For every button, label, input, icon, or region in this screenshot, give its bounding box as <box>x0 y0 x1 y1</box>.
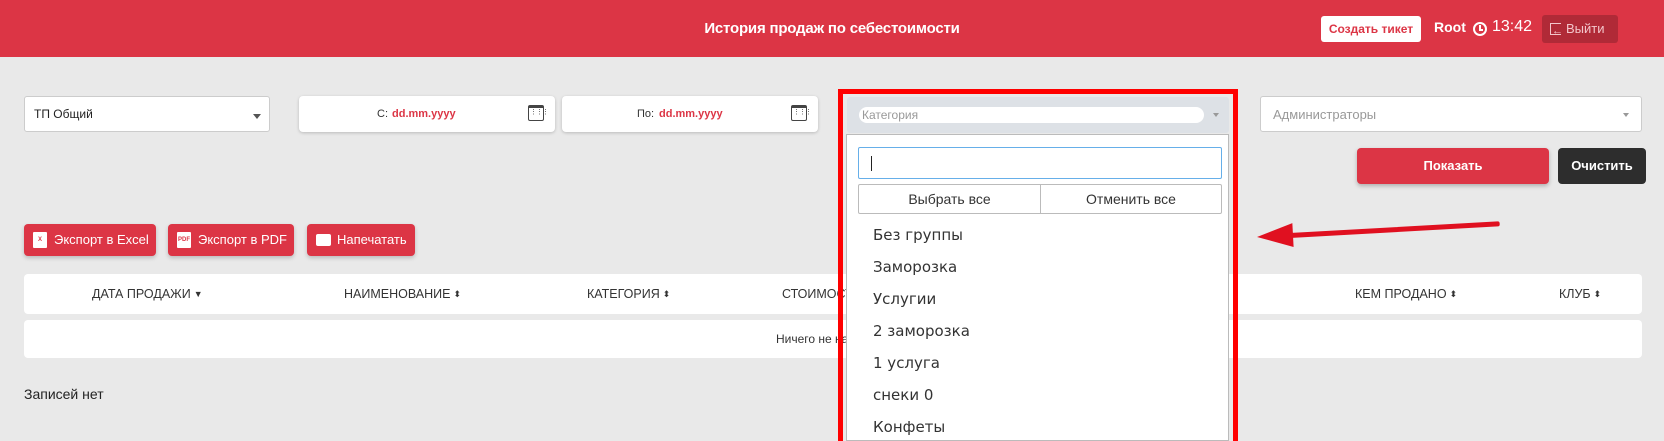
logout-icon <box>1550 17 1563 45</box>
club-select-value: ТП Общий <box>34 107 93 121</box>
table-header: ДАТА ПРОДАЖИ ▼ НАИМЕНОВАНИЕ ⬍ КАТЕГОРИЯ ⬍ С… <box>24 274 1642 314</box>
date-from-field[interactable]: С: dd.mm.yyyy <box>299 96 555 132</box>
logout-button[interactable]: Выйти <box>1542 15 1618 45</box>
date-to-label: По: <box>637 108 655 120</box>
column-header-sale-date[interactable]: ДАТА ПРОДАЖИ ▼ <box>92 287 203 301</box>
create-ticket-button[interactable]: Создать тикет <box>1321 16 1421 42</box>
date-from-label: С: <box>377 108 388 120</box>
column-header-club[interactable]: КЛУБ ⬍ <box>1559 287 1601 301</box>
column-header-sold-by[interactable]: КЕМ ПРОДАНО ⬍ <box>1355 287 1457 301</box>
date-to-field[interactable]: По: dd.mm.yyyy <box>562 96 818 132</box>
chevron-down-icon <box>253 114 261 119</box>
sort-icon: ⬍ <box>1449 289 1458 299</box>
clear-button[interactable]: Очистить <box>1558 148 1646 184</box>
sort-icon: ⬍ <box>453 289 462 299</box>
administrators-select[interactable]: Администраторы <box>1260 96 1642 132</box>
show-button[interactable]: Показать <box>1357 148 1549 184</box>
column-header-category[interactable]: КАТЕГОРИЯ ⬍ <box>587 287 670 301</box>
date-to-value: dd.mm.yyyy <box>659 108 723 120</box>
calendar-icon[interactable] <box>528 105 548 121</box>
print-label: Напечатать <box>337 232 407 247</box>
table-body: Ничего не найдено <box>24 320 1642 358</box>
export-pdf-button[interactable]: PDF Экспорт в PDF <box>168 224 294 256</box>
export-pdf-label: Экспорт в PDF <box>198 232 287 247</box>
logout-label: Выйти <box>1566 21 1605 36</box>
club-select[interactable]: ТП Общий <box>24 96 270 132</box>
printer-icon <box>316 234 331 246</box>
calendar-icon[interactable] <box>791 105 811 121</box>
sort-desc-icon: ▼ <box>193 289 203 299</box>
annotation-arrow-line <box>1289 221 1500 238</box>
excel-file-icon: X <box>33 232 47 248</box>
sort-icon: ⬍ <box>1593 289 1602 299</box>
sort-icon: ⬍ <box>662 289 671 299</box>
export-excel-label: Экспорт в Excel <box>54 232 149 247</box>
clock-icon <box>1473 22 1487 36</box>
print-button[interactable]: Напечатать <box>307 224 415 256</box>
column-header-name[interactable]: НАИМЕНОВАНИЕ ⬍ <box>344 287 461 301</box>
chevron-down-icon <box>1623 113 1629 117</box>
clock-time: 13:42 <box>1492 18 1533 35</box>
user-name: Root <box>1434 19 1466 35</box>
pdf-file-icon: PDF <box>177 232 191 248</box>
no-records-text: Записей нет <box>24 386 104 402</box>
administrators-placeholder: Администраторы <box>1273 107 1377 122</box>
annotation-arrow-head <box>1256 223 1294 249</box>
annotation-highlight-box <box>838 89 1238 441</box>
date-from-value: dd.mm.yyyy <box>392 108 456 120</box>
export-excel-button[interactable]: X Экспорт в Excel <box>24 224 156 256</box>
